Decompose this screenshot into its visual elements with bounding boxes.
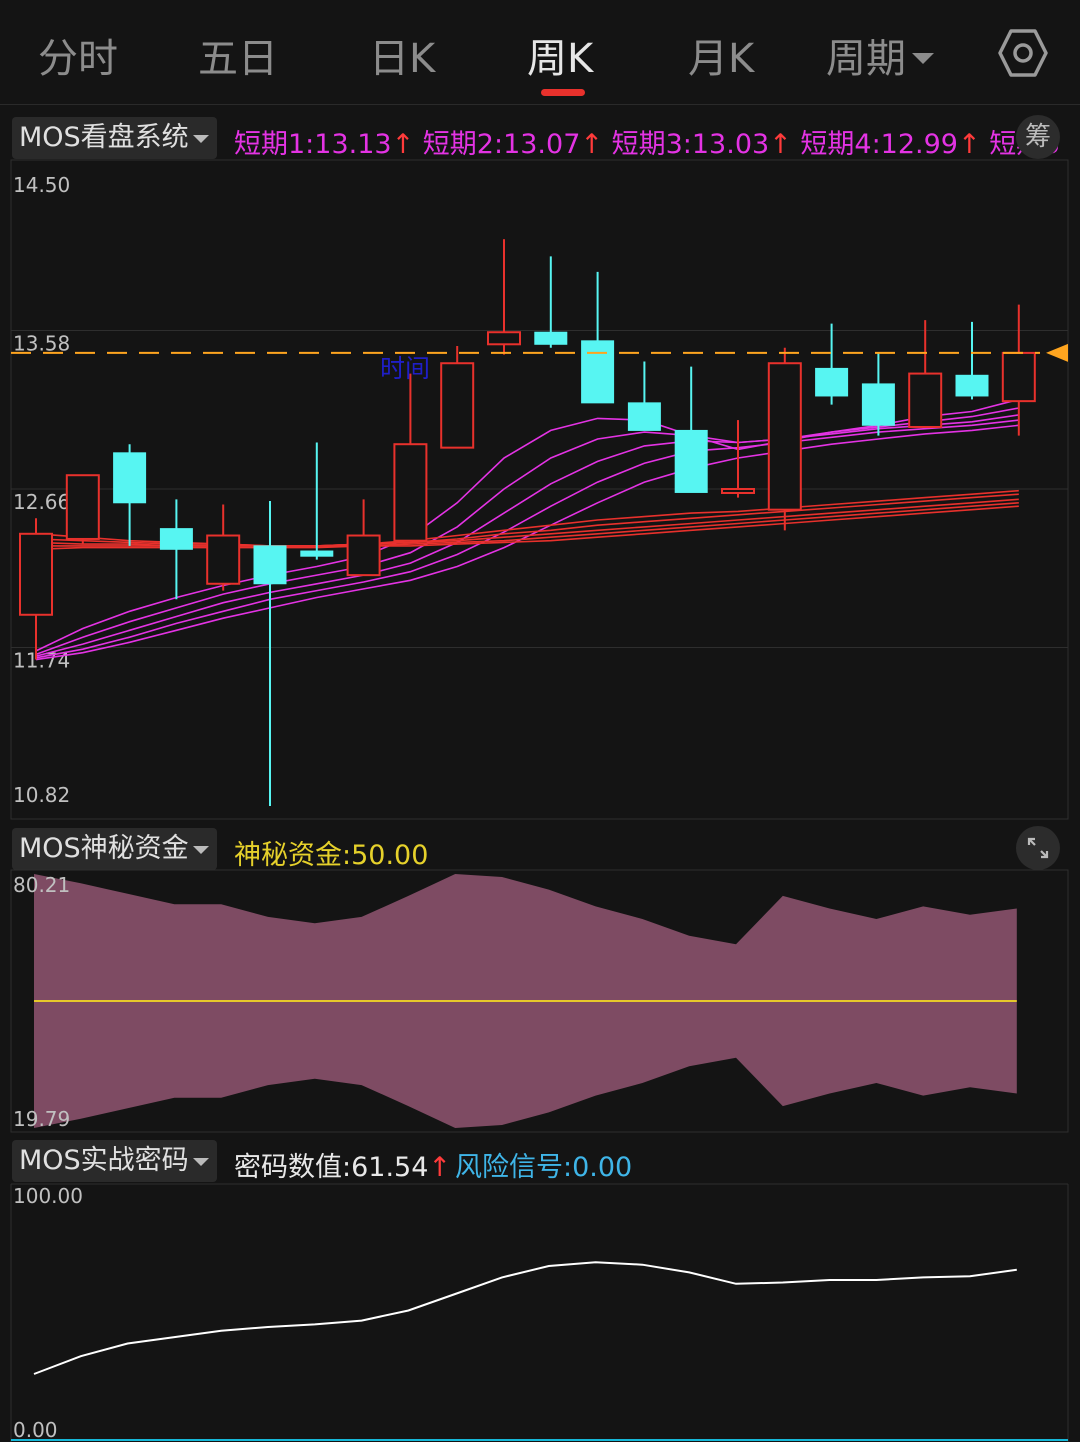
current-price-marker bbox=[1046, 343, 1068, 362]
up-arrow-icon: ↑ bbox=[391, 129, 415, 160]
candle-body-up bbox=[19, 532, 53, 616]
ma4-label: 短期4: bbox=[800, 129, 881, 160]
candle-body-down bbox=[955, 374, 989, 397]
candlestick-chart[interactable]: 14.5013.5812.6611.7410.82时间 bbox=[0, 159, 1080, 820]
risk-label: 风险信号: bbox=[455, 1152, 573, 1183]
code-value: 61.54 bbox=[351, 1152, 429, 1183]
expand-icon[interactable] bbox=[1016, 826, 1060, 870]
mystic-fund-chart[interactable]: 80.21 19.79 bbox=[0, 869, 1080, 1133]
ma2-value: 13.07 bbox=[503, 129, 581, 160]
indicator-name: MOS看盘系统 bbox=[19, 122, 189, 153]
ma3-label: 短期3: bbox=[611, 129, 692, 160]
candle-body-down bbox=[534, 331, 568, 345]
candle-body-up bbox=[767, 362, 802, 511]
short-ma-readouts: 短期1:13.13↑ 短期2:13.07↑ 短期3:13.03↑ 短期4:12.… bbox=[234, 122, 1060, 161]
up-arrow-icon: ↑ bbox=[580, 129, 603, 160]
ma1-value: 13.13 bbox=[314, 129, 392, 160]
code-readout: 密码数值:61.54↑ bbox=[234, 1145, 451, 1184]
candle-body-up bbox=[908, 372, 943, 428]
candle-body-down bbox=[674, 429, 708, 493]
candle-body-down bbox=[861, 383, 895, 426]
indicator-select-main[interactable]: MOS看盘系统 bbox=[12, 117, 217, 159]
tab-daily-k[interactable]: 日K bbox=[369, 26, 435, 84]
y-tick-label: 19.79 bbox=[13, 1107, 70, 1131]
code-label: 密码数值: bbox=[234, 1152, 352, 1183]
indicator-name: MOS实战密码 bbox=[19, 1145, 189, 1176]
candle-body-down bbox=[815, 367, 849, 397]
panel1-header: MOS看盘系统 短期1:13.13↑ 短期2:13.07↑ 短期3:13.03↑… bbox=[0, 113, 1080, 161]
candle-body-up bbox=[65, 474, 100, 540]
mystic-label: 神秘资金: bbox=[234, 840, 352, 871]
tab-five-day[interactable]: 五日 bbox=[198, 26, 278, 84]
y-tick-label: 0.00 bbox=[13, 1418, 58, 1442]
up-arrow-icon: ↑ bbox=[957, 129, 981, 160]
chevron-down-icon bbox=[912, 52, 934, 64]
indicator-name: MOS神秘资金 bbox=[19, 833, 189, 864]
code-value-line bbox=[33, 1261, 1017, 1375]
battle-code-chart[interactable]: 100.00 0.00 bbox=[0, 1183, 1080, 1442]
risk-value: 0.00 bbox=[572, 1152, 633, 1183]
y-tick-label: 100.00 bbox=[13, 1184, 83, 1208]
candle-body-down bbox=[253, 545, 287, 585]
dropdown-caret-icon bbox=[192, 845, 209, 854]
y-tick-label: 12.66 bbox=[13, 490, 70, 514]
ma3-value: 13.03 bbox=[691, 129, 770, 160]
ma1-label: 短期1: bbox=[234, 129, 315, 160]
y-tick-label: 80.21 bbox=[13, 873, 70, 897]
active-tab-indicator bbox=[541, 89, 585, 96]
dropdown-caret-icon bbox=[192, 134, 209, 143]
candle-body-up bbox=[393, 443, 428, 542]
candle-body-up bbox=[440, 362, 475, 449]
candle-body-down bbox=[113, 452, 147, 504]
candle-body-up bbox=[206, 534, 241, 585]
candle-body-down bbox=[159, 528, 193, 550]
up-arrow-icon: ↑ bbox=[428, 1152, 452, 1183]
settings-hexagon-icon[interactable] bbox=[998, 28, 1048, 78]
tab-intraday[interactable]: 分时 bbox=[38, 26, 118, 84]
tab-monthly-k[interactable]: 月K bbox=[688, 26, 754, 84]
tab-period-dropdown[interactable]: 周期 bbox=[826, 26, 934, 84]
period-tab-bar: 分时 五日 日K 周K 月K 周期 bbox=[0, 0, 1080, 105]
time-crosshair-label: 时间 bbox=[380, 354, 430, 383]
ma4-value: 12.99 bbox=[880, 129, 958, 160]
candle-body-up bbox=[721, 488, 755, 494]
candle-body-up bbox=[487, 331, 521, 346]
candle-body-down bbox=[581, 340, 615, 404]
candle-body-down bbox=[627, 402, 661, 431]
y-tick-label: 10.82 bbox=[13, 783, 70, 807]
short-ma-line bbox=[35, 398, 1020, 652]
candle-body-up bbox=[346, 534, 381, 577]
up-arrow-icon: ↑ bbox=[769, 129, 792, 160]
dropdown-caret-icon bbox=[192, 1157, 209, 1166]
mystic-value: 50.00 bbox=[351, 840, 429, 871]
panel2-header: MOS神秘资金 神秘资金:50.00 bbox=[0, 824, 1080, 872]
ma2-label: 短期2: bbox=[422, 129, 504, 160]
panel3-header: MOS实战密码 密码数值:61.54↑ 风险信号:0.00 bbox=[0, 1136, 1080, 1184]
tab-period-label: 周期 bbox=[826, 36, 906, 82]
y-tick-label: 14.50 bbox=[13, 173, 70, 197]
tab-weekly-k[interactable]: 周K bbox=[527, 26, 593, 84]
risk-readout: 风险信号:0.00 bbox=[455, 1145, 632, 1184]
mystic-readout: 神秘资金:50.00 bbox=[234, 833, 428, 872]
candle-body-down bbox=[300, 550, 334, 557]
indicator-select-code[interactable]: MOS实战密码 bbox=[12, 1140, 217, 1182]
candle-body-up bbox=[1001, 351, 1036, 403]
chip-distribution-button[interactable]: 筹 bbox=[1016, 115, 1060, 159]
indicator-select-mystic[interactable]: MOS神秘资金 bbox=[12, 828, 217, 870]
